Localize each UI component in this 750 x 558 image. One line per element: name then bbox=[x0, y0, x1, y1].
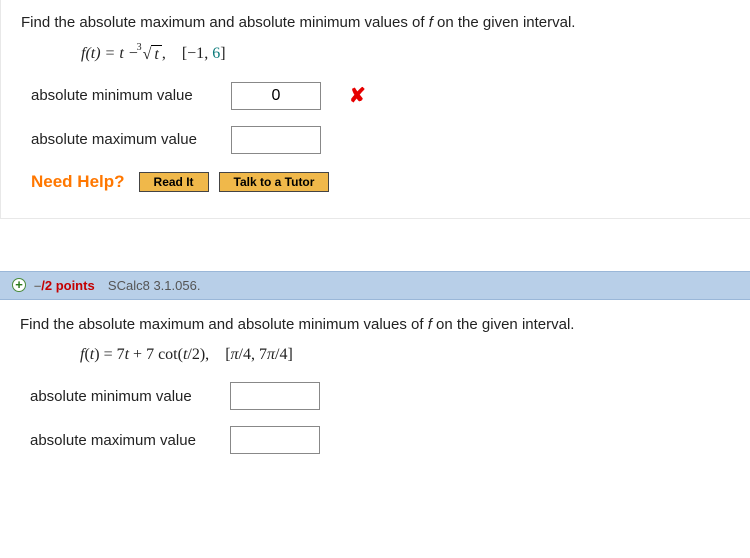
need-help-label: Need Help? bbox=[31, 172, 125, 192]
spacer bbox=[0, 219, 750, 271]
q2-prompt-post: on the given interval. bbox=[432, 316, 575, 333]
q1-min-input[interactable] bbox=[231, 82, 321, 110]
q2-max-input[interactable] bbox=[230, 426, 320, 454]
q1-prompt-post: on the given interval. bbox=[433, 14, 576, 31]
q1-interval: [−1, 6] bbox=[182, 45, 226, 62]
wrong-icon: ✘ bbox=[349, 83, 366, 108]
talk-to-tutor-button[interactable]: Talk to a Tutor bbox=[219, 172, 330, 192]
question-reference: SCalc8 3.1.056. bbox=[108, 278, 201, 293]
q1-eq-comma: , bbox=[162, 45, 166, 62]
q1-eq-lhs: f(t) = t − bbox=[81, 45, 143, 62]
q1-prompt-pre: Find the absolute maximum and absolute m… bbox=[21, 14, 429, 31]
q2-equation: f(t) = 7t + 7 cot(t/2), [π/4, 7π/4] bbox=[80, 346, 730, 364]
q2-max-label: absolute maximum value bbox=[30, 432, 230, 449]
question-2-header: + –/2 points SCalc8 3.1.056. bbox=[0, 271, 750, 300]
q1-min-row: absolute minimum value ✘ bbox=[31, 82, 730, 110]
q2-min-label: absolute minimum value bbox=[30, 388, 230, 405]
points-total: /2 points bbox=[41, 278, 94, 293]
expand-icon[interactable]: + bbox=[12, 278, 26, 292]
help-row: Need Help? Read It Talk to a Tutor bbox=[31, 172, 730, 192]
q1-max-label: absolute maximum value bbox=[31, 131, 231, 148]
q2-min-row: absolute minimum value bbox=[30, 382, 730, 410]
read-it-button[interactable]: Read It bbox=[139, 172, 209, 192]
q2-interval: [π/4, 7π/4] bbox=[225, 346, 293, 363]
q2-max-row: absolute maximum value bbox=[30, 426, 730, 454]
q1-max-row: absolute maximum value bbox=[31, 126, 730, 154]
q1-max-input[interactable] bbox=[231, 126, 321, 154]
q1-eq-rad: t bbox=[151, 45, 161, 64]
question-1: Find the absolute maximum and absolute m… bbox=[0, 0, 750, 219]
cube-root-icon: 3√t bbox=[143, 45, 162, 64]
q2-prompt: Find the absolute maximum and absolute m… bbox=[20, 314, 730, 337]
q2-min-input[interactable] bbox=[230, 382, 320, 410]
q1-prompt: Find the absolute maximum and absolute m… bbox=[21, 12, 730, 35]
points-unawarded: – bbox=[34, 278, 41, 293]
q2-prompt-pre: Find the absolute maximum and absolute m… bbox=[20, 316, 428, 333]
q1-equation: f(t) = t − 3√t , [−1, 6] bbox=[81, 45, 730, 64]
q1-min-label: absolute minimum value bbox=[31, 87, 231, 104]
question-2: Find the absolute maximum and absolute m… bbox=[0, 300, 750, 481]
